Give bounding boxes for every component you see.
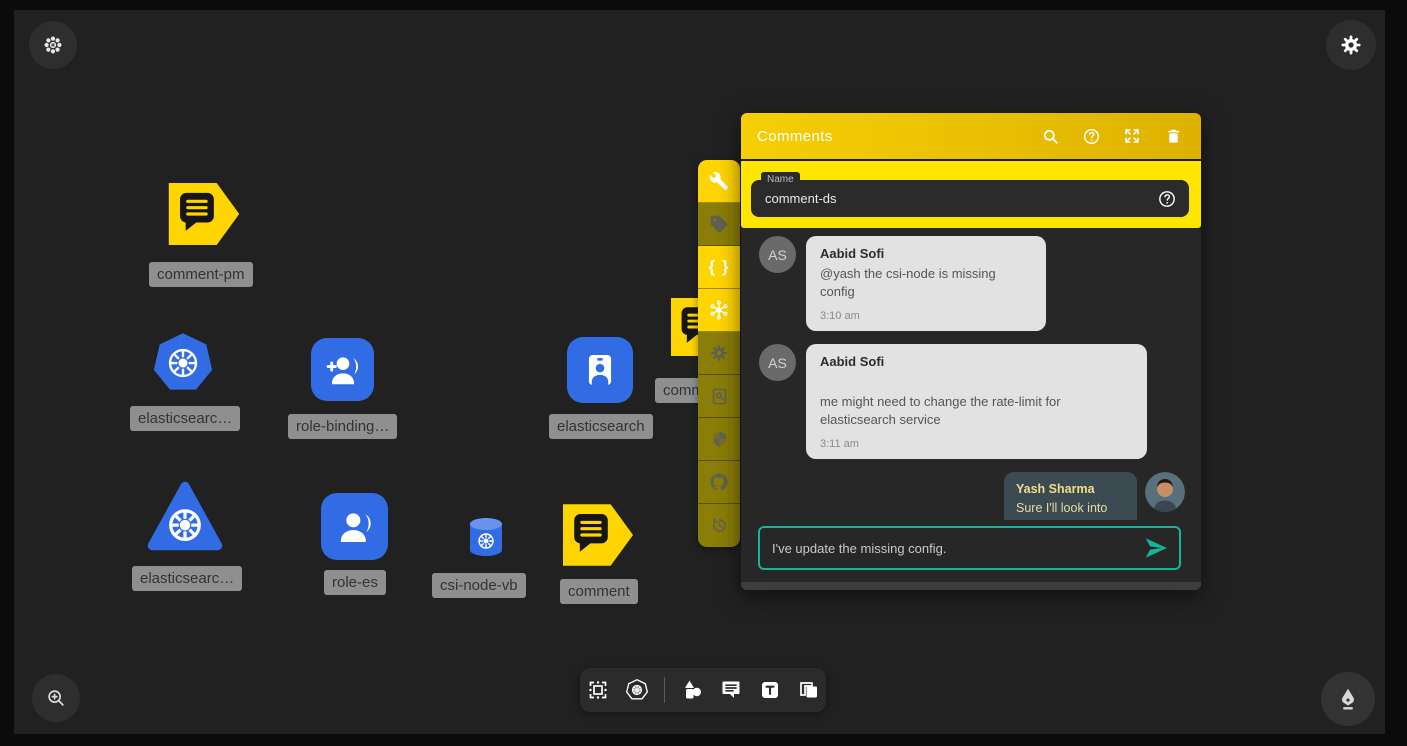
mesh-icon <box>708 299 730 321</box>
shape-tools-toolbar <box>580 668 826 712</box>
node-comment-pm[interactable] <box>168 183 240 245</box>
message-time: 3:10 am <box>820 310 1032 322</box>
doc-search-icon <box>710 387 729 406</box>
node-label: comment <box>560 579 638 604</box>
text-tool-icon[interactable] <box>758 678 782 702</box>
name-input[interactable] <box>765 191 1157 206</box>
message-bubble: Aabid Sofi @yash the csi-node is missing… <box>806 236 1046 331</box>
node-elasticsearch-serviceaccount[interactable] <box>567 337 633 403</box>
shield-icon <box>710 430 729 449</box>
toolbar-item-settings[interactable] <box>698 332 740 375</box>
user-add-icon <box>324 351 362 389</box>
node-label: elasticsearc… <box>132 566 242 591</box>
app-logo-button[interactable] <box>29 21 77 69</box>
component-icon[interactable] <box>586 678 610 702</box>
node-role-es[interactable] <box>321 493 388 560</box>
github-icon <box>709 472 729 492</box>
search-icon[interactable] <box>1040 126 1060 146</box>
settings-gear-icon <box>1339 33 1363 57</box>
message-text: @yash the csi-node is missing config <box>820 265 1032 301</box>
node-comment[interactable] <box>563 500 633 570</box>
node-csi-node-vb[interactable] <box>467 517 505 557</box>
tag-icon <box>709 214 729 234</box>
node-role-binding[interactable] <box>311 338 374 401</box>
node-label: elasticsearc… <box>130 406 240 431</box>
composer-input[interactable] <box>772 541 1143 556</box>
message: AS Aabid Sofi me might need to change th… <box>759 344 1185 459</box>
toolbar-item-tag[interactable] <box>698 203 740 246</box>
panel-bottom-strip <box>741 582 1201 590</box>
user-icon <box>335 507 375 547</box>
message: AS Aabid Sofi @yash the csi-node is miss… <box>759 236 1185 331</box>
gear-icon <box>709 343 729 363</box>
avatar-photo <box>1145 472 1185 512</box>
message-author: Aabid Sofi <box>820 354 1133 369</box>
id-badge-icon <box>581 351 619 389</box>
toolbar-item-configure[interactable] <box>698 160 740 203</box>
wrench-icon <box>709 171 729 191</box>
message-text: Sure I'll look into this <box>1016 499 1125 520</box>
history-icon <box>710 516 729 535</box>
message-text: me might need to change the rate-limit f… <box>820 393 1133 429</box>
comments-panel-header[interactable]: Comments <box>741 113 1201 159</box>
composer-area <box>741 520 1201 582</box>
toolbar-item-history[interactable] <box>698 504 740 547</box>
zoom-button[interactable] <box>32 674 80 722</box>
help-icon[interactable] <box>1157 189 1177 209</box>
toolbar-item-mesh[interactable] <box>698 289 740 332</box>
message-author: Yash Sharma <box>1016 482 1125 496</box>
toolbar-item-json[interactable]: { } <box>698 246 740 289</box>
braces-icon: { } <box>709 257 730 277</box>
node-label: role-binding… <box>288 414 397 439</box>
panel-title: Comments <box>757 128 1040 145</box>
trash-icon[interactable] <box>1163 126 1183 146</box>
pen-tool-button[interactable] <box>1321 672 1375 726</box>
node-label: elasticsearch <box>549 414 653 439</box>
message-author: Aabid Sofi <box>820 246 1032 261</box>
kanvas-app: comment-pm elasticsearc… role-binding… e… <box>0 0 1407 746</box>
comment-tool-icon[interactable] <box>719 678 743 702</box>
settings-button[interactable] <box>1326 20 1376 70</box>
kubernetes-wheel-icon <box>164 344 202 382</box>
toolbar-item-security[interactable] <box>698 418 740 461</box>
help-icon[interactable] <box>1081 126 1101 146</box>
node-elasticsearch-triangle[interactable] <box>147 481 223 551</box>
toolbar-item-inspect[interactable] <box>698 375 740 418</box>
image-tool-icon[interactable] <box>797 678 821 702</box>
node-label: role-es <box>324 570 386 595</box>
zoom-in-icon <box>45 687 67 709</box>
pen-nib-icon <box>1335 686 1361 712</box>
expand-icon[interactable] <box>1122 126 1142 146</box>
avatar: AS <box>759 344 796 381</box>
message-time: 3:11 am <box>820 438 1133 450</box>
message-bubble: Aabid Sofi me might need to change the r… <box>806 344 1147 459</box>
message-bubble: Yash Sharma Sure I'll look into this 3:2… <box>1004 472 1137 520</box>
node-label: csi-node-vb <box>432 573 526 598</box>
shapes-icon[interactable] <box>680 678 704 702</box>
flower-logo-icon <box>42 34 64 56</box>
message: Yash Sharma Sure I'll look into this 3:2… <box>759 472 1185 520</box>
kubernetes-icon[interactable] <box>625 678 649 702</box>
toolbar-divider <box>664 677 665 703</box>
composer-box[interactable] <box>758 526 1181 570</box>
message-list[interactable]: AS Aabid Sofi @yash the csi-node is miss… <box>741 228 1201 520</box>
avatar: AS <box>759 236 796 273</box>
name-section: Name <box>741 159 1201 228</box>
node-action-toolbar: { } <box>698 160 740 547</box>
name-field[interactable]: Name <box>751 180 1189 217</box>
send-icon[interactable] <box>1143 535 1169 561</box>
comments-panel: Comments Name <box>741 113 1201 590</box>
name-field-label: Name <box>761 172 800 187</box>
toolbar-item-github[interactable] <box>698 461 740 504</box>
node-label: comment-pm <box>149 262 253 287</box>
